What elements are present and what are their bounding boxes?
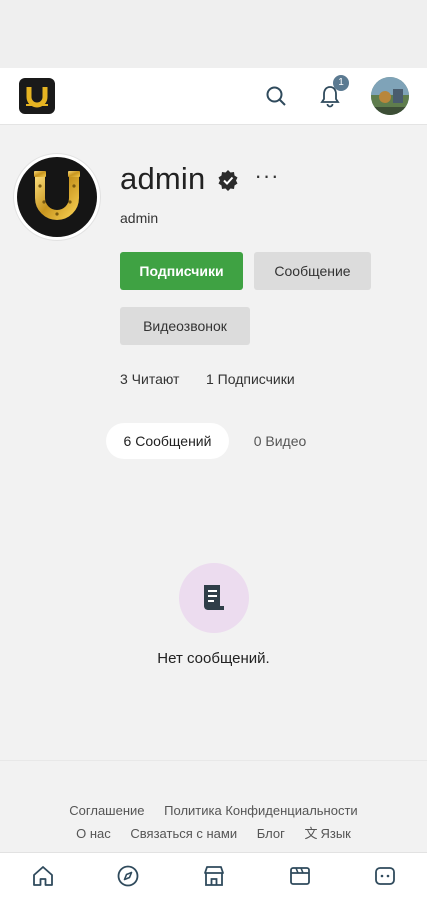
nav-compass-icon[interactable] xyxy=(115,863,141,889)
footer-link-privacy[interactable]: Политика Конфиденциальности xyxy=(164,803,358,818)
footer-link-contact[interactable]: Связаться с нами xyxy=(130,826,237,841)
footer-language[interactable]: 文 Язык xyxy=(304,826,350,841)
footer: Соглашение Политика Конфиденциальности О… xyxy=(0,760,427,853)
tab-posts[interactable]: 6 Сообщений xyxy=(106,423,229,459)
app-logo[interactable] xyxy=(19,78,55,114)
video-call-button[interactable]: Видеозвонок xyxy=(120,307,250,345)
notification-badge: 1 xyxy=(333,75,349,91)
profile-avatar xyxy=(14,154,100,240)
message-button[interactable]: Сообщение xyxy=(254,252,371,290)
horseshoe-icon xyxy=(26,87,48,108)
horseshoe-logo-icon xyxy=(34,171,80,220)
subscribers-count[interactable]: 1 Подписчики xyxy=(206,371,295,387)
more-options-icon[interactable]: ··· xyxy=(254,163,280,189)
top-bar: 1 xyxy=(0,68,427,125)
document-icon xyxy=(204,585,224,610)
profile-display-name: admin xyxy=(120,161,206,196)
readers-count[interactable]: 3 Читают xyxy=(120,371,179,387)
translate-icon: 文 xyxy=(304,826,318,841)
footer-language-label: Язык xyxy=(320,826,351,841)
user-avatar[interactable] xyxy=(371,77,409,115)
nav-clapperboard-icon[interactable] xyxy=(287,863,313,889)
nav-store-icon[interactable] xyxy=(201,863,227,889)
footer-link-blog[interactable]: Блог xyxy=(257,826,285,841)
status-bar xyxy=(0,0,427,68)
profile-username: admin xyxy=(120,210,159,226)
subscribers-button[interactable]: Подписчики xyxy=(120,252,243,290)
footer-link-agreement[interactable]: Соглашение xyxy=(69,803,144,818)
nav-chat-icon[interactable] xyxy=(372,863,398,889)
bottom-nav xyxy=(0,852,427,900)
nav-home-icon[interactable] xyxy=(30,863,56,889)
empty-state-icon xyxy=(179,563,249,633)
search-icon[interactable] xyxy=(263,83,289,109)
verified-icon xyxy=(217,169,239,191)
tab-videos[interactable]: 0 Видео xyxy=(240,423,320,459)
footer-link-about[interactable]: О нас xyxy=(76,826,111,841)
empty-state-text: Нет сообщений. xyxy=(157,650,270,667)
